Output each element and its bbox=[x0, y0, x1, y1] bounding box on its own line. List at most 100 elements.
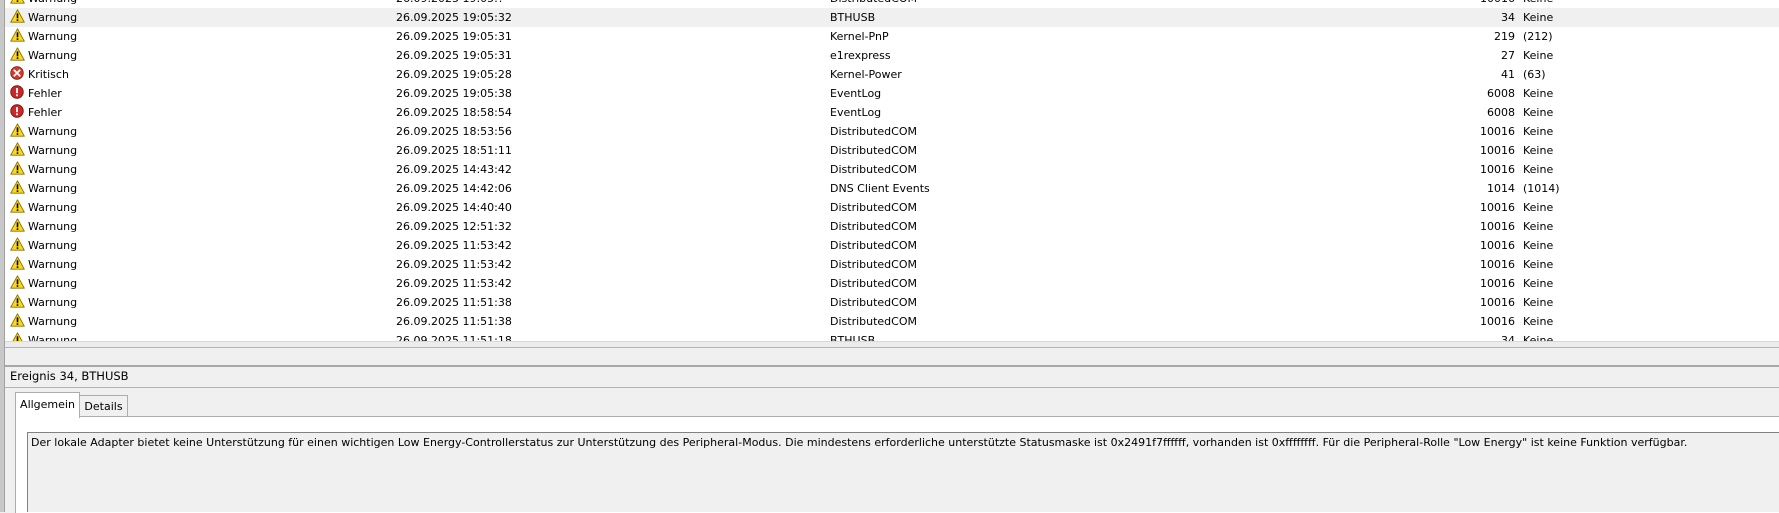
date-cell: 26.09.2025 11:53:42 bbox=[396, 258, 512, 271]
event-id-cell: 10016 bbox=[1480, 239, 1515, 252]
date-cell: 26.09.2025 19:05:38 bbox=[396, 87, 512, 100]
table-row[interactable]: Kritisch 26.09.2025 19:05:28 Kernel-Power 4… bbox=[5, 65, 1779, 84]
level-text: Warnung bbox=[28, 277, 78, 290]
task-category-cell: (212) bbox=[1523, 30, 1553, 43]
event-detail-title: Ereignis 34, BTHUSB bbox=[10, 369, 129, 383]
source-cell: DistributedCOM bbox=[830, 277, 917, 290]
source-cell: DistributedCOM bbox=[830, 144, 917, 157]
warning-triangle-icon bbox=[10, 0, 25, 4]
warning-triangle-icon bbox=[10, 218, 25, 232]
table-row[interactable]: Warnung 26.09.2025 11:51:38 DistributedCOM… bbox=[5, 293, 1779, 312]
tab-general[interactable]: Allgemein bbox=[15, 392, 80, 418]
event-id-cell: 219 bbox=[1494, 30, 1515, 43]
event-rows: Warnung 26.09.2025 19:05:? DistributedCOM 1… bbox=[5, 0, 1779, 343]
task-category-cell: Keine bbox=[1523, 258, 1554, 271]
task-category-cell: Keine bbox=[1523, 201, 1554, 214]
source-cell: DistributedCOM bbox=[830, 0, 1330, 8]
table-row[interactable]: Fehler 26.09.2025 18:58:54 EventLog 6008 Kei… bbox=[5, 103, 1779, 122]
date-cell: 26.09.2025 11:51:38 bbox=[396, 315, 512, 328]
date-cell: 26.09.2025 18:58:54 bbox=[396, 106, 512, 119]
task-category-cell: Keine bbox=[1523, 296, 1554, 309]
table-row[interactable]: Warnung 26.09.2025 14:43:42 DistributedCOM… bbox=[5, 160, 1779, 179]
level-text: Warnung bbox=[28, 239, 78, 252]
date-cell: 26.09.2025 11:53:42 bbox=[396, 277, 512, 290]
event-id-cell: 10016 bbox=[1480, 277, 1515, 290]
event-message-text: Der lokale Adapter bietet keine Unterstü… bbox=[31, 436, 1688, 449]
task-category-cell: Keine bbox=[1523, 11, 1554, 24]
level-cell: Warnung bbox=[10, 179, 390, 198]
task-category-cell: Keine bbox=[1523, 106, 1554, 119]
event-message-box[interactable]: Der lokale Adapter bietet keine Unterstü… bbox=[27, 432, 1779, 512]
date-cell: 26.09.2025 19:05:28 bbox=[396, 68, 512, 81]
level-cell: Warnung bbox=[10, 27, 390, 46]
date-cell: 26.09.2025 19:05:31 bbox=[396, 30, 512, 43]
level-text: Warnung bbox=[28, 30, 78, 43]
source-cell: e1rexpress bbox=[830, 49, 891, 62]
table-row[interactable]: Warnung 26.09.2025 11:53:42 DistributedCOM… bbox=[5, 236, 1779, 255]
warning-triangle-icon bbox=[10, 9, 25, 23]
event-id-cell: 27 bbox=[1501, 49, 1515, 62]
level-text: Warnung bbox=[28, 182, 78, 195]
task-category-cell: Keine bbox=[1523, 277, 1554, 290]
level-cell: Warnung bbox=[10, 312, 390, 331]
event-id-cell: 10016 bbox=[1480, 258, 1515, 271]
level-cell: Warnung bbox=[10, 141, 390, 160]
level-cell: Warnung bbox=[10, 274, 390, 293]
task-category-cell: Keine bbox=[1523, 220, 1554, 233]
source-cell: EventLog bbox=[830, 87, 882, 100]
critical-x-icon bbox=[10, 66, 24, 80]
level-cell: Warnung bbox=[10, 122, 390, 141]
date-cell: 26.09.2025 19:05:32 bbox=[396, 11, 512, 24]
table-row[interactable]: Warnung 26.09.2025 18:51:11 DistributedCOM… bbox=[5, 141, 1779, 160]
table-row[interactable]: Warnung 26.09.2025 19:05:32 BTHUSB 34 Keine bbox=[5, 8, 1779, 27]
table-row[interactable]: Fehler 26.09.2025 19:05:38 EventLog 6008 Kei… bbox=[5, 84, 1779, 103]
date-cell: 26.09.2025 18:51:11 bbox=[396, 144, 512, 157]
table-row[interactable]: Warnung 26.09.2025 12:51:32 DistributedCOM… bbox=[5, 217, 1779, 236]
table-row[interactable]: Warnung 26.09.2025 11:51:38 DistributedCOM… bbox=[5, 312, 1779, 331]
table-row[interactable]: Warnung 26.09.2025 11:53:42 DistributedCOM… bbox=[5, 255, 1779, 274]
task-category-cell: Keine bbox=[1523, 163, 1554, 176]
warning-triangle-icon bbox=[10, 47, 25, 61]
tab-details[interactable]: Details bbox=[79, 395, 128, 416]
source-cell: DistributedCOM bbox=[830, 163, 917, 176]
task-category-cell: Keine bbox=[1523, 125, 1554, 138]
table-row[interactable]: Warnung 26.09.2025 19:05:31 e1rexpress 27 Ke… bbox=[5, 46, 1779, 65]
table-row[interactable]: Warnung 26.09.2025 19:05:? DistributedCOM 1… bbox=[5, 0, 1779, 8]
source-cell: Kernel-PnP bbox=[830, 30, 889, 43]
event-id-cell: 10016 bbox=[1335, 0, 1515, 8]
task-category-cell: Keine bbox=[1523, 87, 1554, 100]
level-text: Warnung bbox=[28, 258, 78, 271]
source-cell: EventLog bbox=[830, 106, 882, 119]
event-list[interactable]: Warnung 26.09.2025 19:05:? DistributedCOM 1… bbox=[5, 0, 1779, 343]
date-cell: 26.09.2025 18:53:56 bbox=[396, 125, 512, 138]
event-id-cell: 10016 bbox=[1480, 125, 1515, 138]
warning-triangle-icon bbox=[10, 123, 25, 137]
table-row[interactable]: Warnung 26.09.2025 19:05:31 Kernel-PnP 219 (… bbox=[5, 27, 1779, 46]
level-cell: Warnung bbox=[10, 8, 390, 27]
level-cell: Warnung bbox=[10, 160, 390, 179]
table-row[interactable]: Warnung 26.09.2025 14:40:40 DistributedCOM… bbox=[5, 198, 1779, 217]
event-id-cell: 34 bbox=[1501, 11, 1515, 24]
event-id-cell: 6008 bbox=[1487, 87, 1515, 100]
source-cell: DistributedCOM bbox=[830, 258, 917, 271]
task-category-cell: Keine bbox=[1523, 315, 1554, 328]
error-exclamation-icon bbox=[10, 104, 24, 118]
event-id-cell: 41 bbox=[1501, 68, 1515, 81]
warning-triangle-icon bbox=[10, 313, 25, 327]
warning-triangle-icon bbox=[10, 28, 25, 42]
level-text: Warnung bbox=[28, 163, 78, 176]
table-row[interactable]: Warnung 26.09.2025 11:53:42 DistributedCOM… bbox=[5, 274, 1779, 293]
source-cell: DistributedCOM bbox=[830, 296, 917, 309]
level-text: Kritisch bbox=[28, 68, 69, 81]
pane-splitter[interactable] bbox=[5, 347, 1779, 367]
level-text: Warnung bbox=[28, 0, 77, 5]
level-text: Warnung bbox=[28, 296, 78, 309]
table-row[interactable]: Warnung 26.09.2025 18:53:56 DistributedCOM… bbox=[5, 122, 1779, 141]
event-id-cell: 1014 bbox=[1487, 182, 1515, 195]
table-row[interactable]: Warnung 26.09.2025 14:42:06 DNS Client Eve… bbox=[5, 179, 1779, 198]
warning-triangle-icon bbox=[10, 142, 25, 156]
level-text: Fehler bbox=[28, 106, 62, 119]
error-exclamation-icon bbox=[10, 85, 24, 99]
level-text: Warnung bbox=[28, 144, 78, 157]
warning-triangle-icon bbox=[10, 199, 25, 213]
